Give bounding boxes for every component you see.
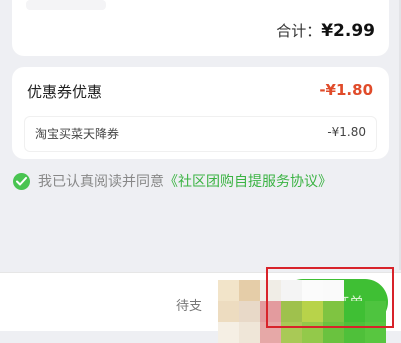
- checkmark-glyph: [16, 176, 27, 185]
- pending-pay-label: 待支: [176, 299, 203, 314]
- total-value: ¥2.99: [321, 21, 375, 41]
- agreement-link[interactable]: 《社区团购自提服务协议》: [164, 171, 332, 191]
- coupon-item-name: 淘宝买菜天降券: [35, 127, 120, 141]
- highlight-box: [266, 267, 394, 328]
- coupon-item-value: -¥1.80: [327, 125, 366, 139]
- coupon-item[interactable]: 淘宝买菜天降券 -¥1.80: [24, 116, 377, 152]
- total-label: 合计：: [276, 22, 322, 40]
- checkmark-icon[interactable]: [13, 172, 30, 190]
- coupon-card: 优惠券优惠 -¥1.80 淘宝买菜天降券 -¥1.80: [12, 67, 389, 159]
- coupon-total: -¥1.80: [319, 81, 373, 99]
- total-row: 合计： ¥2.99: [276, 20, 375, 41]
- order-summary-card: 合计： ¥2.99: [12, 0, 389, 56]
- agreement-row: 我已认真阅读并同意 《社区团购自提服务协议》: [13, 171, 332, 191]
- agreement-text: 我已认真阅读并同意: [38, 174, 164, 190]
- coupon-title: 优惠券优惠: [27, 83, 103, 101]
- product-chip: [26, 0, 106, 10]
